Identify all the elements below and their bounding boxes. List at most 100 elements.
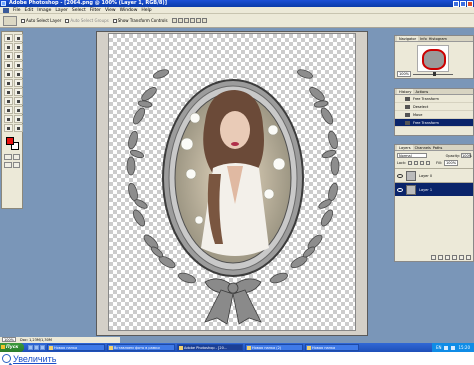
layer-row-selected[interactable]: Layer 1	[395, 182, 473, 196]
view-box[interactable]	[422, 49, 446, 70]
show-transform-checkbox[interactable]	[112, 18, 117, 23]
history-item[interactable]: Deselect	[395, 103, 473, 111]
navigator-zoom-slider[interactable]	[413, 71, 454, 76]
tab-navigator[interactable]: Navigator	[397, 36, 419, 41]
move-tool-icon[interactable]	[14, 34, 23, 42]
navigator-thumbnail[interactable]	[417, 45, 449, 72]
show-transform-option[interactable]: Show Transform Controls	[112, 18, 168, 23]
opacity-field[interactable]: 100%	[461, 153, 472, 158]
menu-view[interactable]: View	[105, 7, 116, 13]
enlarge-link[interactable]: Увеличить	[0, 352, 474, 365]
tab-history[interactable]: History	[397, 89, 414, 94]
taskbar-button[interactable]: Новая папка (2)	[245, 344, 303, 351]
taskbar-button[interactable]: Вставляем фото в рамки	[107, 344, 175, 351]
align-center-icon[interactable]	[195, 18, 201, 23]
gradient-tool-icon[interactable]	[14, 79, 23, 87]
stamp-tool-icon[interactable]	[4, 70, 13, 78]
tab-layers[interactable]: Layers	[397, 145, 413, 150]
screen-mode-full-icon[interactable]	[12, 162, 20, 168]
taskbar-button[interactable]: Новая папка	[305, 344, 359, 351]
menu-help[interactable]: Help	[141, 7, 151, 13]
blur-tool-icon[interactable]	[4, 88, 13, 96]
tray-icon[interactable]	[444, 345, 449, 350]
enlarge-link-text[interactable]: Увеличить	[13, 354, 56, 364]
history-item[interactable]: Move	[395, 111, 473, 119]
maximize-button[interactable]	[460, 0, 466, 7]
quick-launch-icon[interactable]	[28, 345, 33, 350]
eyedropper-tool-icon[interactable]	[14, 115, 23, 123]
auto-select-layer-checkbox[interactable]	[21, 18, 25, 23]
tool-preset-picker[interactable]	[3, 15, 17, 26]
quick-launch-icon[interactable]	[40, 345, 45, 350]
start-button[interactable]: Пуск	[0, 343, 24, 352]
menu-window[interactable]: Window	[120, 7, 138, 13]
dodge-tool-icon[interactable]	[14, 88, 23, 96]
zoom-tool-icon[interactable]	[14, 124, 23, 132]
layer-mask-icon[interactable]	[445, 255, 450, 260]
align-bottom-icon[interactable]	[183, 18, 189, 23]
new-layer-icon[interactable]	[459, 255, 464, 260]
link-layers-icon[interactable]	[431, 255, 436, 260]
delete-layer-icon[interactable]	[466, 255, 471, 260]
foreground-color-swatch[interactable]	[6, 137, 14, 145]
menu-edit[interactable]: Edit	[25, 7, 34, 13]
healing-brush-tool-icon[interactable]	[4, 61, 13, 69]
notes-tool-icon[interactable]	[4, 115, 13, 123]
auto-select-groups-option[interactable]: Auto Select Groups	[65, 18, 109, 23]
taskbar-button[interactable]: Новая папка	[47, 344, 105, 351]
crop-tool-icon[interactable]	[4, 52, 13, 60]
type-tool-icon[interactable]	[14, 97, 23, 105]
align-right-icon[interactable]	[201, 18, 207, 23]
tab-paths[interactable]: Paths	[433, 145, 443, 150]
align-middle-icon[interactable]	[177, 18, 183, 23]
menu-layer[interactable]: Layer	[55, 7, 68, 13]
lock-image-icon[interactable]	[414, 161, 419, 165]
minimize-button[interactable]	[453, 0, 459, 7]
pen-tool-icon[interactable]	[4, 106, 13, 114]
image-canvas[interactable]	[108, 33, 356, 331]
quick-launch-icon[interactable]	[34, 345, 39, 350]
visibility-eye-icon[interactable]	[397, 187, 403, 192]
auto-select-groups-checkbox[interactable]	[65, 18, 70, 23]
slice-tool-icon[interactable]	[14, 52, 23, 60]
standard-mode-icon[interactable]	[4, 154, 12, 160]
align-left-icon[interactable]	[189, 18, 195, 23]
tab-actions[interactable]: Actions	[415, 89, 428, 94]
lock-all-icon[interactable]	[426, 161, 431, 165]
path-selection-tool-icon[interactable]	[4, 97, 13, 105]
tab-channels[interactable]: Channels	[415, 145, 431, 150]
tab-info[interactable]: Info	[420, 36, 427, 41]
history-brush-tool-icon[interactable]	[14, 70, 23, 78]
magic-wand-tool-icon[interactable]	[14, 43, 23, 51]
marquee-tool-icon[interactable]	[4, 34, 13, 42]
eraser-tool-icon[interactable]	[4, 79, 13, 87]
close-button[interactable]	[467, 0, 473, 7]
menu-select[interactable]: Select	[72, 7, 86, 13]
history-item[interactable]: Free Transform	[395, 95, 473, 103]
shape-tool-icon[interactable]	[14, 106, 23, 114]
visibility-eye-icon[interactable]	[397, 173, 403, 178]
hand-tool-icon[interactable]	[4, 124, 13, 132]
taskbar-button-active[interactable]: Adobe Photoshop - [20...	[177, 344, 243, 351]
quick-mask-icon[interactable]	[12, 154, 20, 160]
new-group-icon[interactable]	[452, 255, 457, 260]
history-item-selected[interactable]: Free Transform	[395, 119, 473, 127]
tray-icon[interactable]	[451, 345, 456, 350]
fill-field[interactable]: 100%	[444, 160, 459, 166]
menu-image[interactable]: Image	[37, 7, 51, 13]
blend-mode-select[interactable]: Normal	[397, 153, 427, 158]
lock-position-icon[interactable]	[420, 161, 425, 165]
layer-style-icon[interactable]	[438, 255, 443, 260]
lock-transparent-icon[interactable]	[408, 161, 413, 165]
menu-file[interactable]: File	[13, 7, 21, 13]
brush-tool-icon[interactable]	[14, 61, 23, 69]
navigator-zoom-field[interactable]: 100%	[397, 71, 412, 77]
align-top-icon[interactable]	[171, 18, 177, 23]
tab-histogram[interactable]: Histogram	[429, 36, 447, 41]
menu-filter[interactable]: Filter	[90, 7, 101, 13]
layer-row[interactable]: Layer 0	[395, 168, 473, 182]
language-indicator[interactable]: EN	[436, 343, 442, 352]
status-zoom-field[interactable]: 100%	[2, 337, 17, 342]
screen-mode-standard-icon[interactable]	[4, 162, 12, 168]
auto-select-layer-option[interactable]: Auto Select Layer	[21, 18, 61, 23]
